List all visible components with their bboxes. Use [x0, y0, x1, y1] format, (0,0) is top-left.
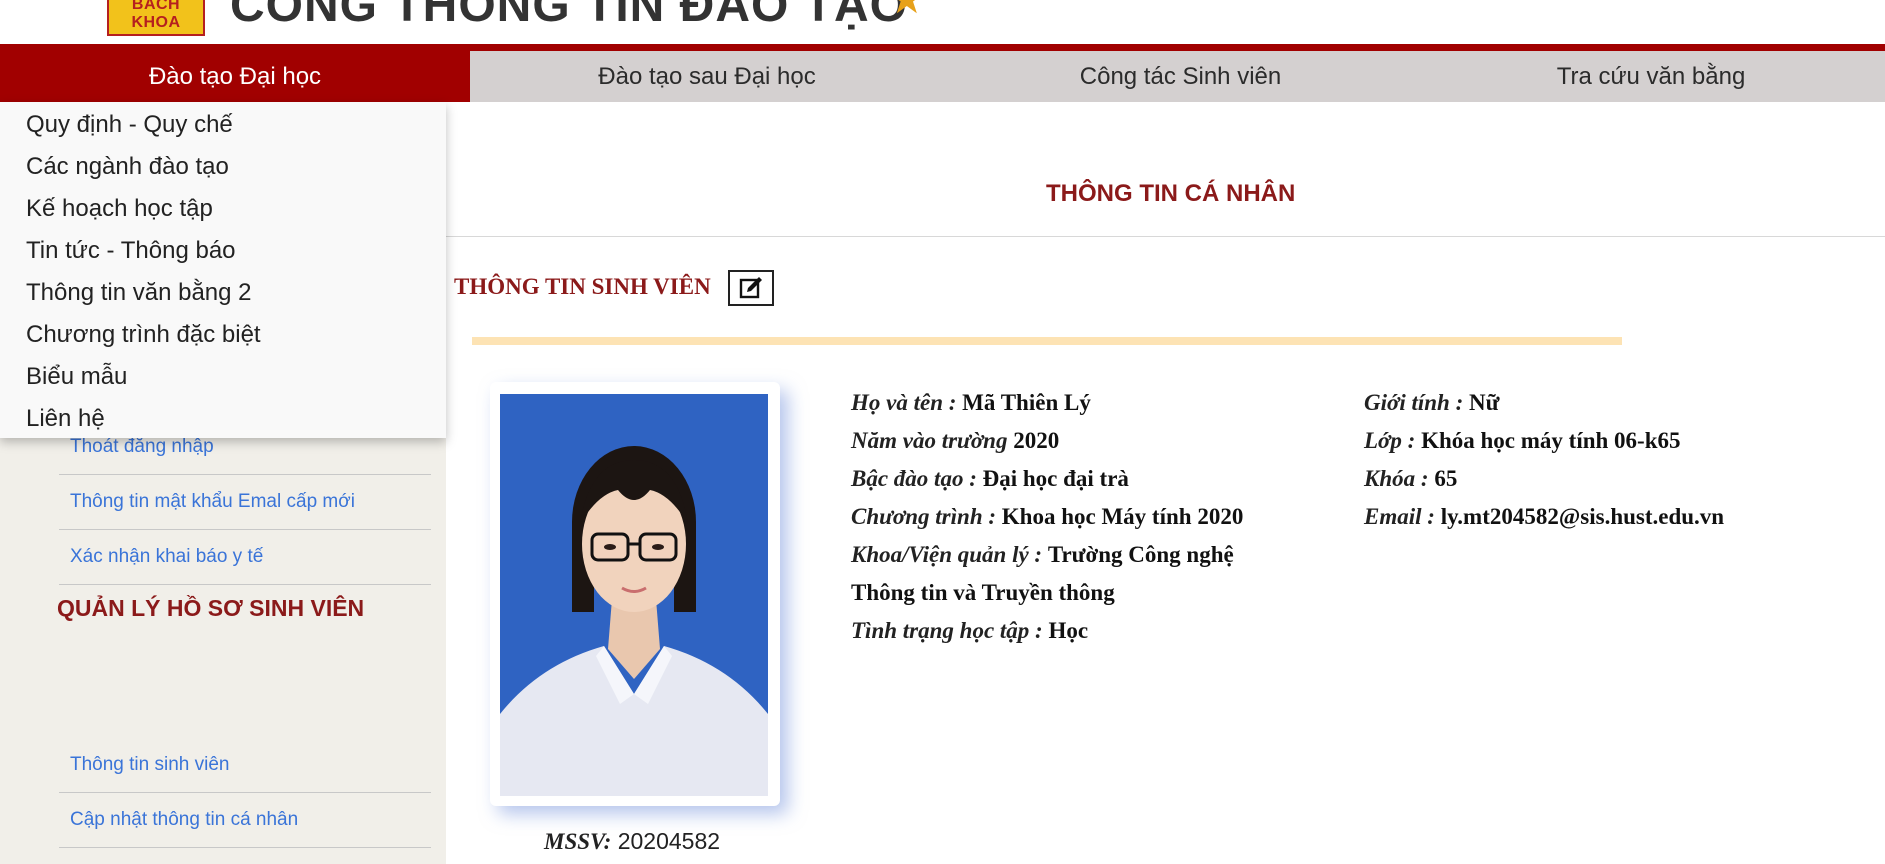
dropdown-item-chuong-trinh-dac-biet[interactable]: Chương trình đặc biệt [26, 321, 261, 349]
info-lop: Lớp : Khóa học máy tính 06-k65 [1364, 428, 1681, 453]
dropdown-item-ke-hoach[interactable]: Kế hoạch học tập [26, 195, 213, 223]
dropdown-item-cac-nganh[interactable]: Các ngành đào tạo [26, 153, 229, 181]
nav-dropdown-menu: Quy định - Quy chế Các ngành đào tạo Kế … [0, 102, 446, 438]
info-tinh-trang: Tình trạng học tập : Học [851, 618, 1089, 643]
nav-dao-tao-dai-hoc[interactable]: Đào tạo Đại học [0, 51, 470, 102]
info-email: Email : ly.mt204582@sis.hust.edu.vn [1364, 504, 1725, 529]
sidebar-link-update-info[interactable]: Cập nhật thông tin cá nhân [59, 793, 431, 848]
nav-cong-tac-sinh-vien[interactable]: Công tác Sinh viên [944, 51, 1417, 102]
edit-icon [739, 277, 762, 299]
sidebar-section-heading: QUẢN LÝ HỒ SƠ SINH VIÊN [57, 595, 365, 621]
student-photo [500, 394, 768, 796]
student-info-heading: THÔNG TIN SINH VIÊN [454, 274, 711, 299]
header-divider [0, 44, 1885, 51]
info-chuong-trinh: Chương trình : Khoa học Máy tính 2020 [851, 504, 1244, 529]
sidebar-link-health-declaration[interactable]: Xác nhận khai báo y tế [59, 530, 431, 585]
sidebar-link-email-password[interactable]: Thông tin mật khẩu Emal cấp mới [59, 475, 431, 530]
dropdown-item-van-bang-2[interactable]: Thông tin văn bằng 2 [26, 279, 252, 307]
university-logo[interactable]: BÁCH KHOA [107, 0, 205, 36]
dropdown-item-quy-dinh[interactable]: Quy định - Quy chế [26, 111, 233, 139]
info-gioi-tinh: Giới tính : Nữ [1364, 390, 1500, 415]
info-khoa-vien-cont: Thông tin và Truyền thông [851, 580, 1115, 605]
dropdown-item-tin-tuc[interactable]: Tin tức - Thông báo [26, 237, 236, 265]
logo-text: BÁCH KHOA [131, 0, 181, 31]
student-photo-card [490, 382, 780, 806]
info-ho-ten: Họ và tên : Mã Thiên Lý [851, 390, 1091, 415]
portal-title: CỔNG THÔNG TIN ĐÀO TẠO [230, 0, 908, 32]
section-accent-bar [472, 337, 1622, 345]
main-nav: Đào tạo Đại học Đào tạo sau Đại học Công… [0, 51, 1885, 102]
info-khoa-vien: Khoa/Viện quản lý : Trường Công nghệ [851, 542, 1234, 567]
nav-dao-tao-sau-dai-hoc[interactable]: Đào tạo sau Đại học [470, 51, 944, 102]
info-nam-vao-truong: Năm vào trường 2020 [851, 428, 1060, 453]
info-khoa: Khóa : 65 [1364, 466, 1458, 491]
edit-button[interactable] [728, 270, 774, 306]
sidebar-link-student-info[interactable]: Thông tin sinh viên [59, 738, 431, 793]
student-id-label: MSSV: [544, 829, 612, 854]
star-icon: ★ [888, 0, 926, 23]
student-id: MSSV: 20204582 [544, 828, 720, 855]
info-bac-dao-tao: Bậc đào tạo : Đại học đại trà [851, 466, 1129, 491]
dropdown-item-bieu-mau[interactable]: Biểu mẫu [26, 363, 127, 391]
dropdown-item-lien-he[interactable]: Liên hệ [26, 405, 105, 433]
title-divider [446, 236, 1885, 237]
student-id-value: 20204582 [617, 828, 721, 854]
site-header: BÁCH KHOA CỔNG THÔNG TIN ĐÀO TẠO ★ [0, 0, 1885, 44]
page-title: THÔNG TIN CÁ NHÂN [1046, 180, 1296, 207]
nav-tra-cuu-van-bang[interactable]: Tra cứu văn bằng [1417, 51, 1885, 102]
